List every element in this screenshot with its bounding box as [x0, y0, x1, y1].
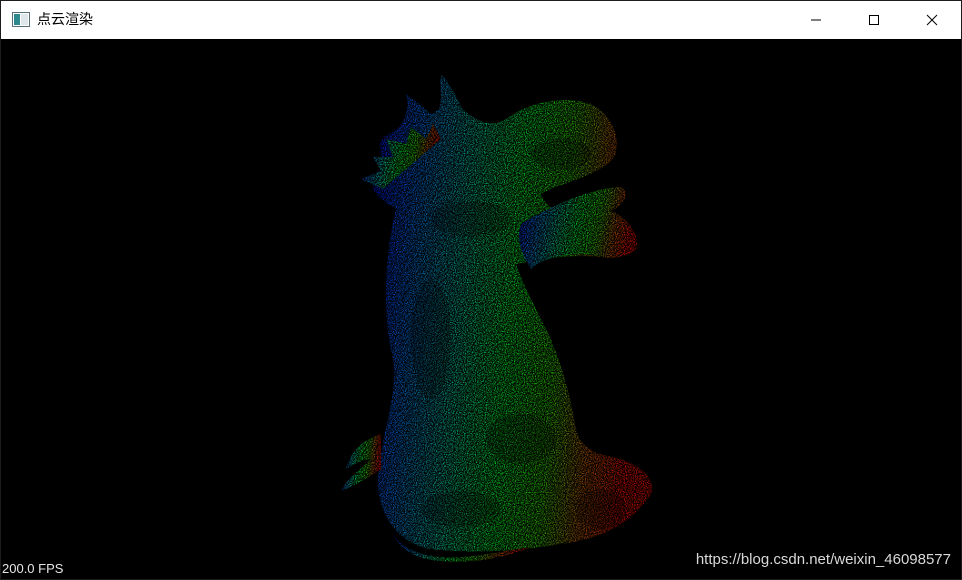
render-viewport[interactable]: 200.0 FPS https://blog.csdn.net/weixin_4…: [1, 39, 961, 579]
close-icon: [926, 14, 938, 26]
fps-counter: 200.0 FPS: [2, 561, 64, 576]
title-bar[interactable]: 点云渲染: [1, 1, 961, 39]
watermark-url: https://blog.csdn.net/weixin_46098577: [695, 551, 951, 568]
point-cloud-dragon: [341, 74, 652, 562]
maximize-button[interactable]: [845, 1, 903, 39]
minimize-icon: [811, 19, 821, 21]
app-window-icon: [12, 12, 30, 27]
app-window: 点云渲染 200.0 FPS https://blog.csdn.net/wei…: [0, 0, 962, 580]
dragon-tail: [341, 434, 381, 491]
maximize-icon: [869, 15, 879, 25]
close-button[interactable]: [903, 1, 961, 39]
minimize-button[interactable]: [787, 1, 845, 39]
window-title: 点云渲染: [37, 12, 93, 28]
